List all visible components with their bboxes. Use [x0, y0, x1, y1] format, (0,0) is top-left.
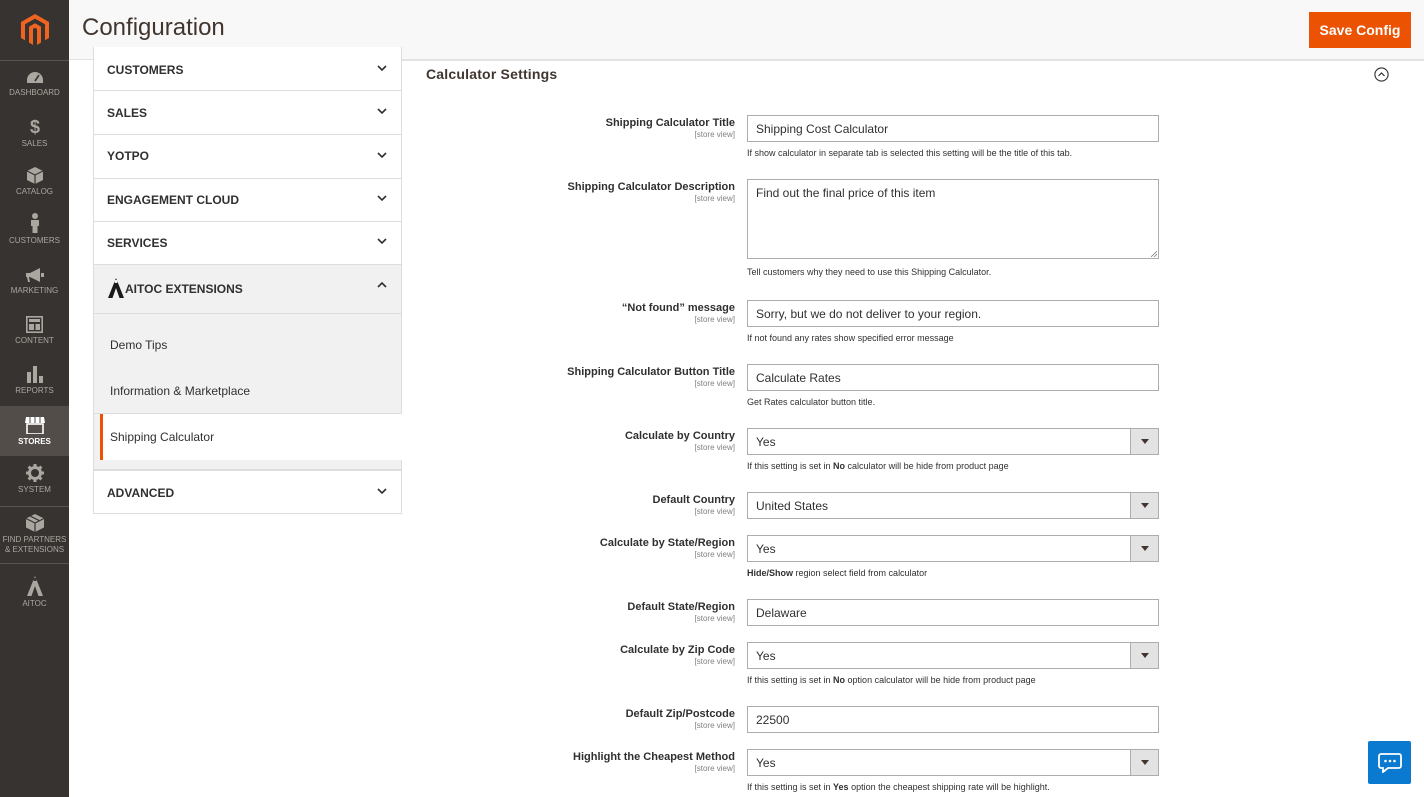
tab-engagement-cloud[interactable]: ENGAGEMENT CLOUD [93, 179, 402, 222]
field-label: Calculate by State/Region [599, 537, 735, 549]
field-scope: [store view] [694, 657, 735, 666]
tab-services[interactable]: SERVICES [93, 222, 402, 265]
store-icon [24, 417, 45, 434]
menu-dashboard[interactable]: DASHBOARD [0, 71, 69, 101]
shipping-calculator-title-input[interactable] [747, 115, 1159, 142]
aitoc-logo-icon [108, 278, 124, 298]
field-scope: [store view] [694, 130, 735, 139]
chevron-down-icon [1130, 493, 1158, 518]
aitoc-icon [26, 576, 43, 596]
menu-customers[interactable]: CUSTOMERS [0, 213, 69, 248]
calculate-by-zip-select[interactable]: Yes [747, 642, 1159, 669]
field-label: Highlight the Cheapest Method [573, 751, 735, 763]
sub-item-shipping-calculator[interactable]: Shipping Calculator [100, 414, 403, 460]
calculate-by-country-select[interactable]: Yes [747, 428, 1159, 455]
field-note: If this setting is set in Yes option the… [747, 782, 1050, 792]
section-title[interactable]: Calculator Settings [426, 66, 557, 82]
chevron-down-icon [1130, 750, 1158, 775]
field-scope: [store view] [694, 721, 735, 730]
field-scope: [store view] [694, 614, 735, 623]
chevron-down-icon [1130, 536, 1158, 561]
save-config-button[interactable]: Save Config [1309, 12, 1411, 48]
tab-customers[interactable]: CUSTOMERS [93, 47, 402, 91]
field-note: If this setting is set in No calculator … [747, 461, 1009, 471]
chevron-down-icon [377, 488, 387, 495]
menu-sales[interactable]: $ SALES [0, 118, 69, 150]
page-title: Configuration [82, 14, 225, 41]
svg-text:$: $ [29, 118, 39, 136]
field-scope: [store view] [694, 507, 735, 516]
field-scope: [store view] [694, 194, 735, 203]
magento-logo-icon[interactable] [0, 0, 69, 60]
field-scope: [store view] [694, 315, 735, 324]
dashboard-icon [26, 72, 43, 83]
calculate-by-state-select[interactable]: Yes [747, 535, 1159, 562]
field-note: If not found any rates show specified er… [747, 333, 954, 343]
chevron-down-icon [1130, 643, 1158, 668]
field-note: Hide/Show region select field from calcu… [747, 568, 928, 578]
admin-menu: DASHBOARD $ SALES CATALOG CUSTOMERS MARK… [0, 0, 69, 797]
section-top-border [402, 60, 1424, 61]
field-scope: [store view] [694, 764, 735, 773]
aitoc-submenu-active-wrap: Shipping Calculator [93, 414, 403, 470]
default-country-select[interactable]: United States [747, 492, 1159, 519]
tab-yotpo[interactable]: YOTPO [93, 135, 402, 179]
chevron-up-icon [377, 281, 387, 288]
menu-aitoc[interactable]: AITOC [0, 576, 69, 612]
field-scope: [store view] [694, 443, 735, 452]
menu-system[interactable]: SYSTEM [0, 464, 69, 496]
aitoc-submenu: Demo Tips Information & Marketplace [93, 314, 402, 414]
field-note: If this setting is set in No option calc… [747, 675, 1036, 685]
menu-catalog[interactable]: CATALOG [0, 167, 69, 199]
field-note: Tell customers why they need to use this… [747, 267, 992, 277]
default-state-input[interactable] [747, 599, 1159, 626]
field-note: If show calculator in separate tab is se… [747, 148, 1073, 158]
gear-icon [25, 464, 44, 482]
chevron-down-icon [377, 65, 387, 72]
field-label: Calculate by Zip Code [620, 644, 735, 656]
menu-stores[interactable]: STORES [0, 406, 69, 456]
field-label: “Not found” message [621, 302, 735, 314]
menu-find-partners[interactable]: FIND PARTNERS & EXTENSIONS [0, 514, 69, 556]
chevron-down-icon [1130, 429, 1158, 454]
menu-content[interactable]: CONTENT [0, 316, 69, 348]
bar-chart-icon [26, 366, 43, 383]
button-title-input[interactable] [747, 364, 1159, 391]
sub-item-information-marketplace[interactable]: Information & Marketplace [110, 384, 250, 398]
menu-reports[interactable]: REPORTS [0, 366, 69, 398]
highlight-cheapest-select[interactable]: Yes [747, 749, 1159, 776]
tab-aitoc-extensions[interactable]: AITOC EXTENSIONS [93, 265, 402, 314]
tab-advanced[interactable]: ADVANCED [93, 470, 402, 514]
chevron-down-icon [377, 195, 387, 202]
megaphone-icon [25, 268, 44, 282]
field-scope: [store view] [694, 550, 735, 559]
collapse-circle-icon[interactable] [1374, 67, 1389, 82]
chevron-down-icon [377, 108, 387, 115]
not-found-message-input[interactable] [747, 300, 1159, 327]
default-zip-input[interactable] [747, 706, 1159, 733]
field-label: Default Country [652, 494, 736, 506]
field-label: Shipping Calculator Description [567, 181, 735, 193]
tab-sales[interactable]: SALES [93, 91, 402, 135]
field-label: Calculate by Country [624, 430, 735, 442]
cube-icon [25, 514, 44, 532]
field-label: Default State/Region [627, 601, 735, 613]
chevron-down-icon [377, 238, 387, 245]
field-label: Shipping Calculator Button Title [567, 366, 735, 378]
menu-marketing[interactable]: MARKETING [0, 268, 69, 298]
field-scope: [store view] [694, 379, 735, 388]
person-icon [30, 213, 39, 233]
field-label: Default Zip/Postcode [625, 708, 735, 720]
resize-handle-icon[interactable] [1151, 251, 1157, 257]
chat-bubble-icon [1377, 752, 1402, 773]
chat-button[interactable] [1368, 741, 1411, 784]
chevron-down-icon [377, 152, 387, 159]
dollar-icon: $ [29, 118, 39, 136]
layout-icon [26, 316, 43, 333]
box-icon [26, 167, 43, 184]
field-label: Shipping Calculator Title [605, 117, 735, 129]
sub-item-demo-tips[interactable]: Demo Tips [110, 338, 167, 352]
field-note: Get Rates calculator button title. [747, 397, 876, 407]
shipping-calculator-description-textarea[interactable]: Find out the final price of this item [747, 179, 1159, 259]
